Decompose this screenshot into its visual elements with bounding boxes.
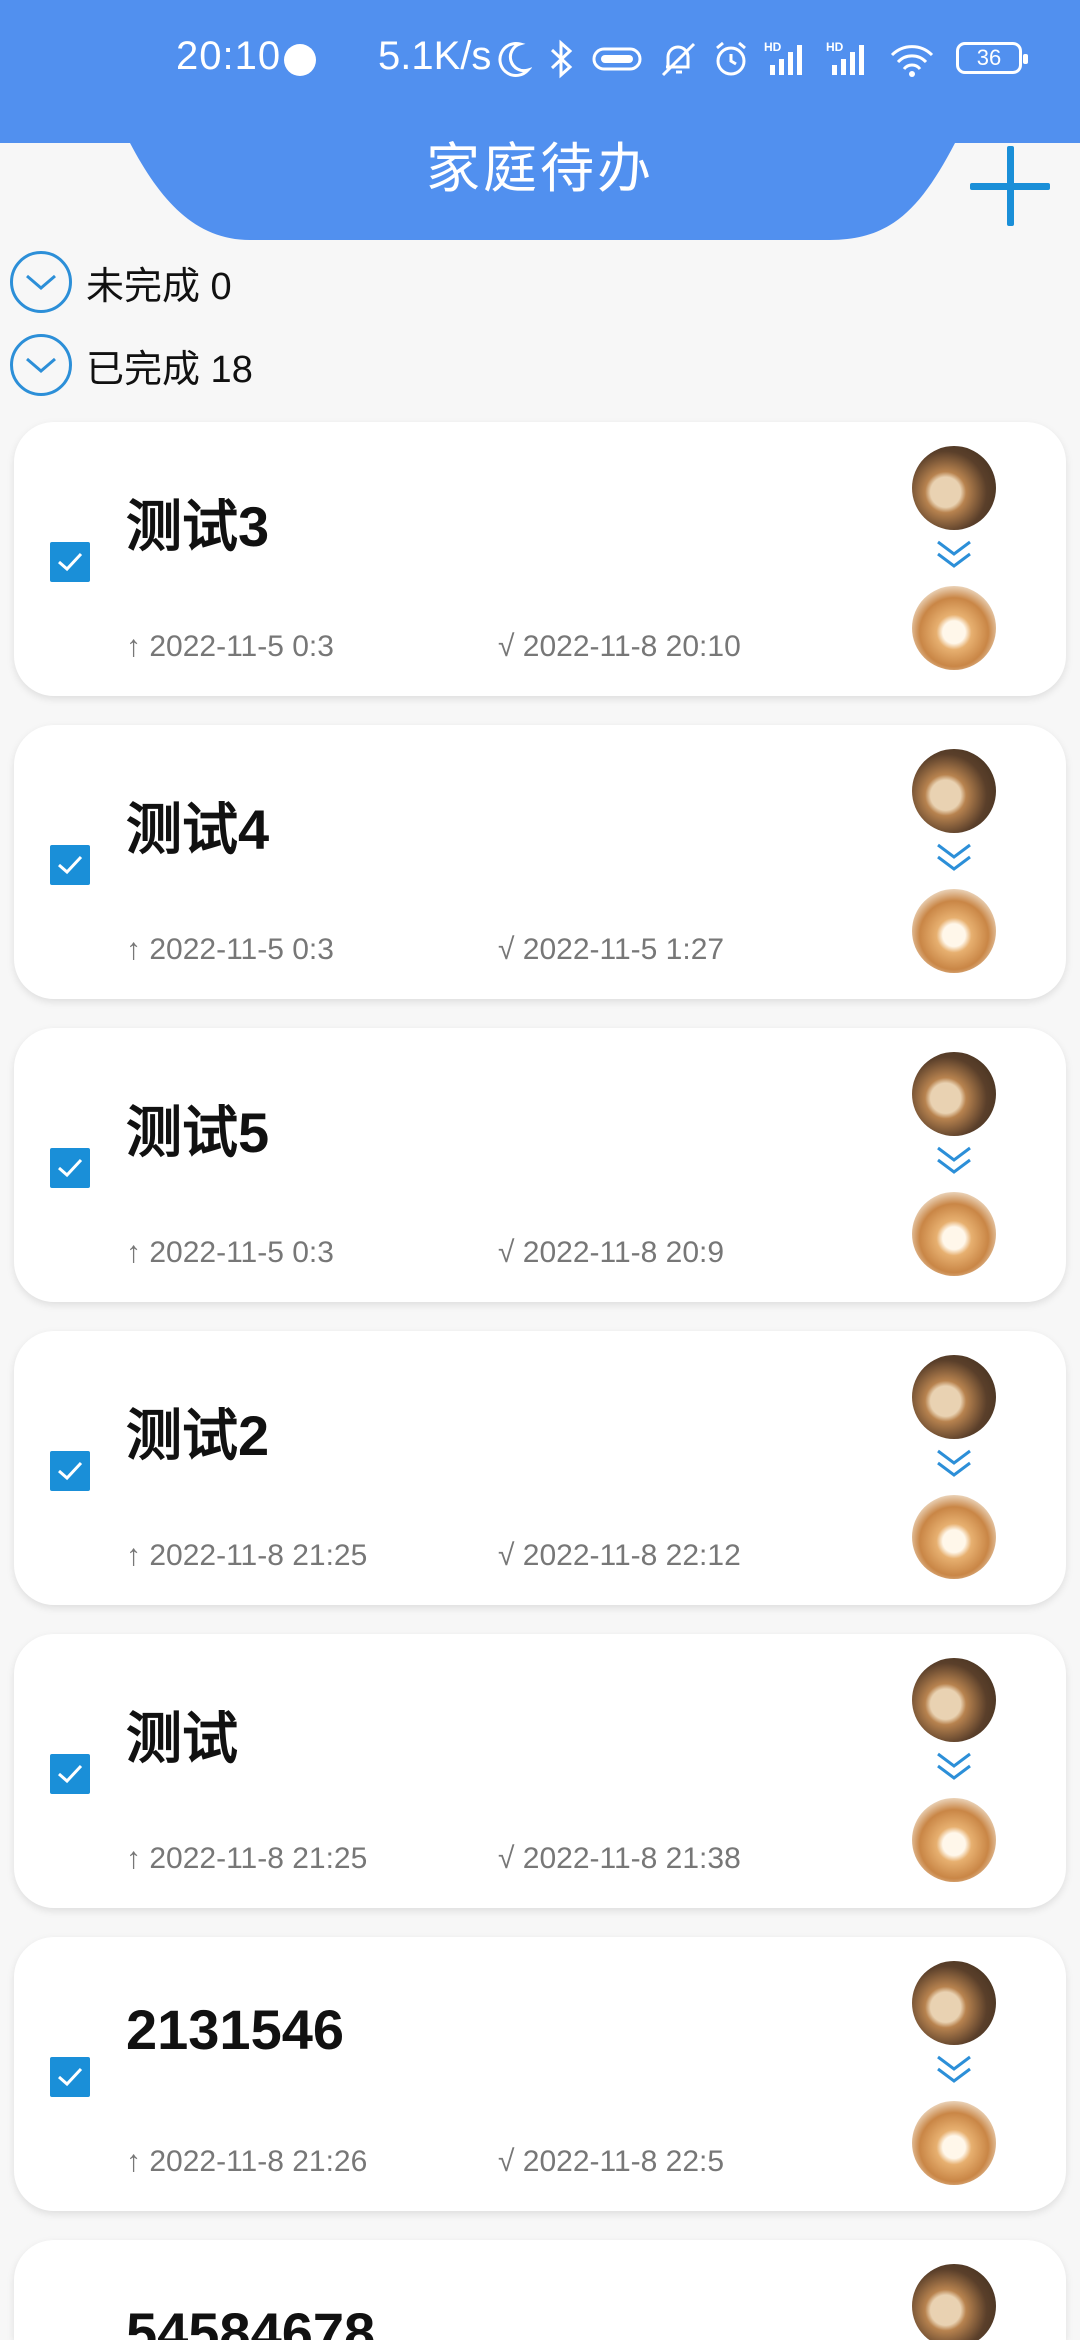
double-chevron-down-icon[interactable]	[934, 536, 974, 572]
task-checkbox[interactable]	[50, 2057, 90, 2097]
chevron-down-icon	[10, 334, 72, 396]
alarm-icon	[716, 41, 746, 76]
task-completed-time: √ 2022-11-8 20:9	[498, 1236, 725, 1269]
status-time: 20:10	[176, 34, 282, 78]
assignee-avatar	[912, 1798, 996, 1882]
task-title: 测试	[126, 1707, 238, 1770]
section-toggle-completed[interactable]: 已完成 18	[10, 334, 253, 396]
task-checkbox[interactable]	[50, 1148, 90, 1188]
creator-avatar	[912, 1658, 996, 1742]
creator-avatar	[912, 1052, 996, 1136]
signal-hd-icon: HD	[764, 40, 802, 75]
task-title: 测试4	[126, 798, 270, 861]
task-created-time: ↑ 2022-11-5 0:3	[126, 630, 334, 663]
task-completed-time: √ 2022-11-8 22:5	[498, 2145, 725, 2178]
creator-avatar	[912, 2264, 996, 2340]
task-created-time: ↑ 2022-11-8 21:26	[126, 2145, 368, 2178]
task-card[interactable]: 测试 ↑ 2022-11-8 21:25 √ 2022-11-8 21:38	[14, 1634, 1066, 1908]
task-card[interactable]: 2131546 ↑ 2022-11-8 21:26 √ 2022-11-8 22…	[14, 1937, 1066, 2211]
mute-icon	[661, 42, 696, 77]
vibrate-icon	[592, 47, 642, 71]
creator-avatar	[912, 1961, 996, 2045]
battery-indicator: 36	[956, 42, 1028, 74]
svg-text:HD: HD	[826, 40, 844, 54]
task-created-time: ↑ 2022-11-8 21:25	[126, 1842, 368, 1875]
task-created-time: ↑ 2022-11-5 0:3	[126, 933, 334, 966]
task-card[interactable]: 54584678	[14, 2240, 1066, 2340]
double-chevron-down-icon[interactable]	[934, 839, 974, 875]
chevron-down-icon	[10, 251, 72, 313]
svg-text:HD: HD	[764, 40, 782, 54]
task-title: 测试2	[126, 1404, 270, 1467]
task-completed-time: √ 2022-11-5 1:27	[498, 933, 725, 966]
creator-avatar	[912, 749, 996, 833]
task-card[interactable]: 测试2 ↑ 2022-11-8 21:25 √ 2022-11-8 22:12	[14, 1331, 1066, 1605]
status-icons: HD HD	[496, 34, 1036, 84]
double-chevron-down-icon[interactable]	[934, 2051, 974, 2087]
task-created-time: ↑ 2022-11-8 21:25	[126, 1539, 368, 1572]
double-chevron-down-icon[interactable]	[934, 1445, 974, 1481]
task-completed-time: √ 2022-11-8 21:38	[498, 1842, 741, 1875]
task-card[interactable]: 测试3 ↑ 2022-11-5 0:3 √ 2022-11-8 20:10	[14, 422, 1066, 696]
status-net-speed: 5.1K/s	[378, 34, 492, 78]
section-label: 已完成 18	[86, 348, 253, 391]
signal-hd-icon: HD	[826, 40, 864, 75]
page-title: 家庭待办	[426, 139, 654, 199]
task-checkbox[interactable]	[50, 542, 90, 582]
assignee-avatar	[912, 586, 996, 670]
task-checkbox[interactable]	[50, 1451, 90, 1491]
task-completed-time: √ 2022-11-8 20:10	[498, 630, 741, 663]
task-title: 2131546	[126, 1998, 345, 2061]
task-title: 测试5	[126, 1101, 270, 1164]
creator-avatar	[912, 1355, 996, 1439]
section-toggle-incomplete[interactable]: 未完成 0	[10, 251, 232, 313]
bluetooth-icon	[550, 39, 573, 79]
creator-avatar	[912, 446, 996, 530]
assignee-avatar	[912, 889, 996, 973]
task-checkbox[interactable]	[50, 845, 90, 885]
app-notification-icon	[284, 44, 316, 76]
task-completed-time: √ 2022-11-8 22:12	[498, 1539, 741, 1572]
double-chevron-down-icon[interactable]	[934, 1142, 974, 1178]
task-title: 测试3	[126, 495, 270, 558]
section-label: 未完成 0	[86, 265, 232, 308]
add-task-button[interactable]	[970, 146, 1050, 226]
moon-icon	[498, 42, 532, 77]
task-title: 54584678	[126, 2301, 376, 2340]
task-card[interactable]: 测试5 ↑ 2022-11-5 0:3 √ 2022-11-8 20:9	[14, 1028, 1066, 1302]
task-created-time: ↑ 2022-11-5 0:3	[126, 1236, 334, 1269]
double-chevron-down-icon[interactable]	[934, 1748, 974, 1784]
task-checkbox[interactable]	[50, 1754, 90, 1794]
task-card[interactable]: 测试4 ↑ 2022-11-5 0:3 √ 2022-11-5 1:27	[14, 725, 1066, 999]
assignee-avatar	[912, 1495, 996, 1579]
wifi-icon	[890, 45, 934, 77]
assignee-avatar	[912, 1192, 996, 1276]
assignee-avatar	[912, 2101, 996, 2185]
